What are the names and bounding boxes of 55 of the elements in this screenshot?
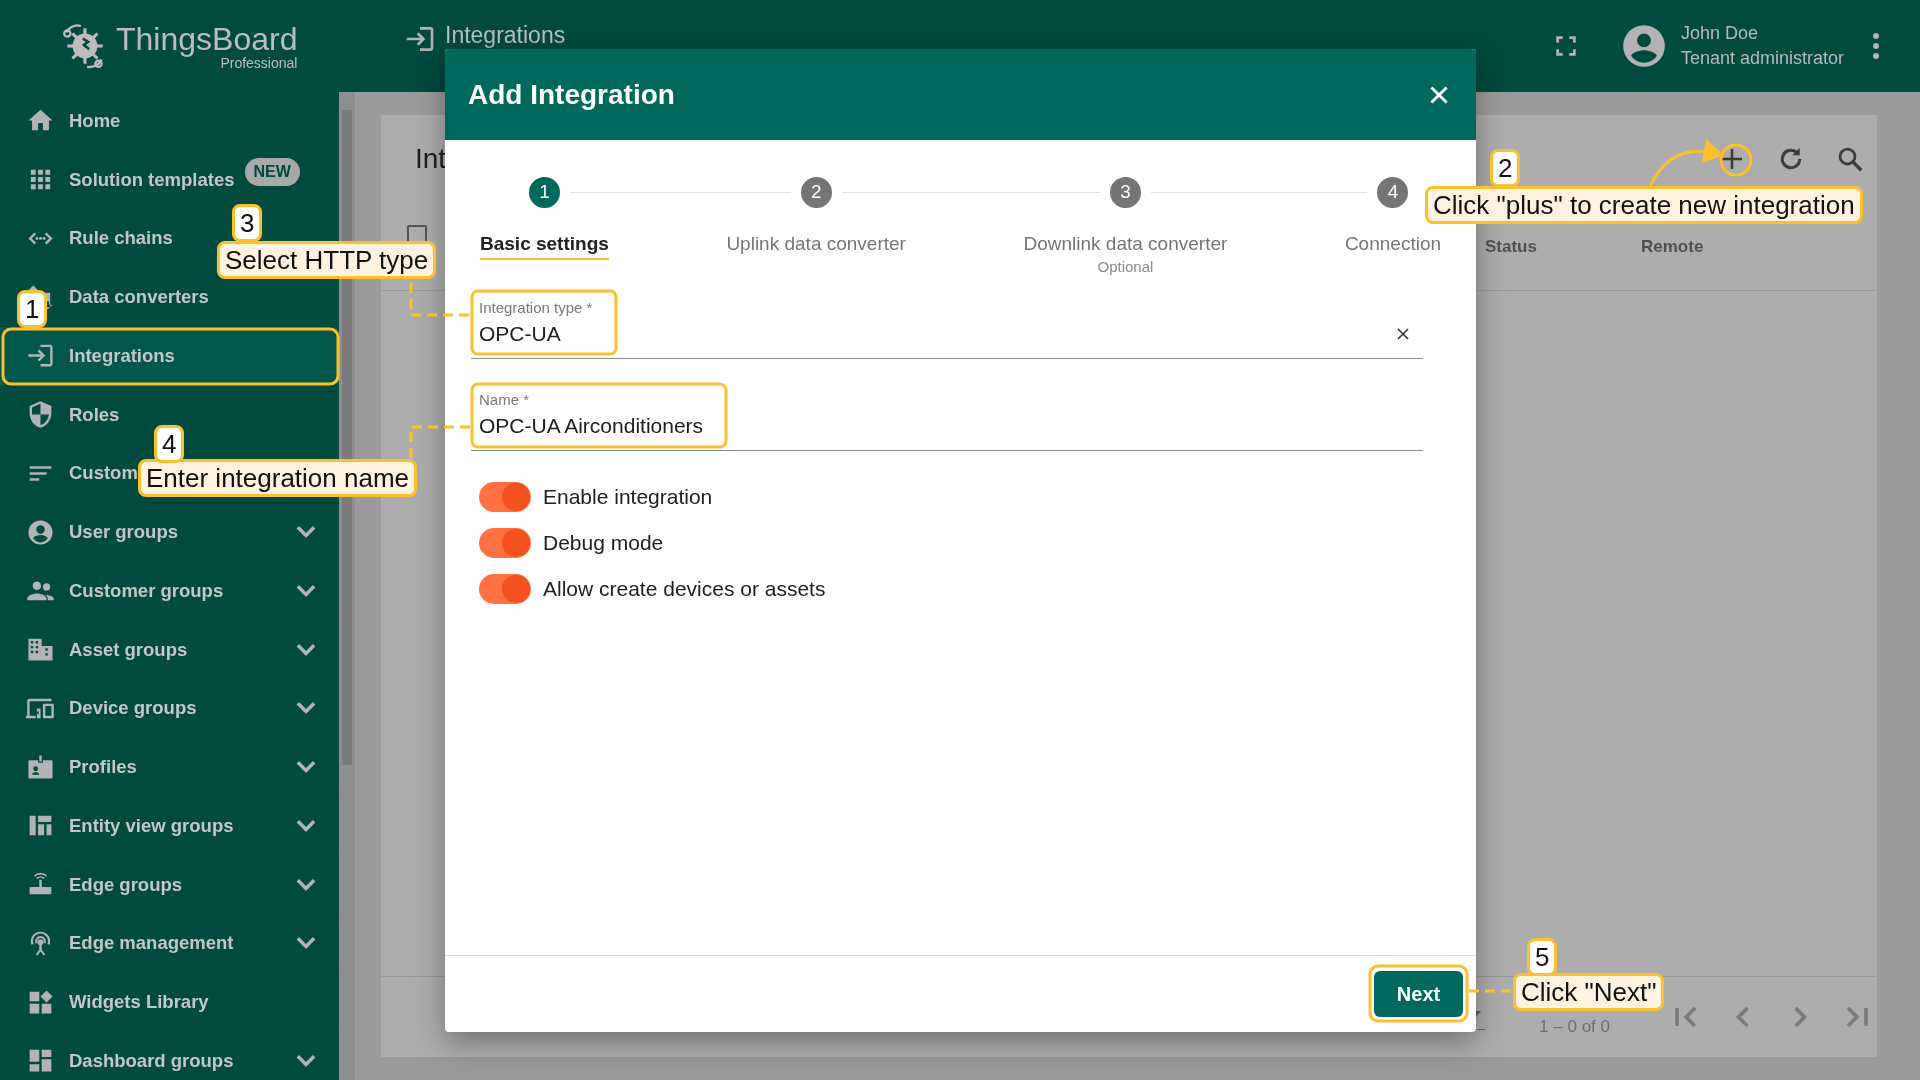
- leader-line: [409, 283, 470, 317]
- hint-tooltip: Select HTTP type: [217, 241, 437, 279]
- number-tooltip: 4: [154, 425, 185, 463]
- number-tooltip: 5: [1527, 938, 1558, 976]
- toggle-label: Enable integration: [543, 485, 713, 509]
- leader-line: [1469, 989, 1512, 993]
- sidebar-item[interactable]: Widgets Library: [0, 973, 339, 1032]
- sidebar-item[interactable]: Edge management: [0, 914, 339, 974]
- toggle-label: Allow create devices or assets: [543, 577, 826, 601]
- number-tooltip: 2: [1490, 149, 1521, 187]
- toggle-switch[interactable]: [479, 482, 531, 512]
- step-number[interactable]: 2: [800, 176, 832, 208]
- step-label[interactable]: Uplink data converter: [726, 233, 906, 258]
- toggle-switch[interactable]: [479, 574, 531, 604]
- step-label[interactable]: Downlink data converter: [1023, 233, 1228, 258]
- account-icon: [26, 517, 55, 547]
- number-tooltip: 3: [232, 204, 263, 242]
- sidebar-item[interactable]: User groups: [0, 503, 339, 562]
- sidebar-item[interactable]: Asset groups: [0, 620, 339, 680]
- step-label[interactable]: Basic settings: [480, 233, 609, 260]
- step-number[interactable]: 4: [1377, 176, 1409, 208]
- sidebar-item[interactable]: Home: [0, 92, 339, 151]
- page-range: 1 – 0 of 0: [1539, 1017, 1610, 1037]
- sidebar-item[interactable]: Customer groups: [0, 562, 339, 621]
- logo-subtitle: Professional: [220, 56, 298, 70]
- toggle-label: Debug mode: [543, 531, 664, 555]
- column-header[interactable]: Remote: [1641, 236, 1877, 257]
- sidebar-item[interactable]: Entity view groups: [0, 797, 339, 856]
- sidebar-item[interactable]: Device groups: [0, 679, 339, 739]
- user-name: John Doe: [1680, 23, 1759, 44]
- leader-line: [409, 425, 470, 458]
- toggle-switch[interactable]: [479, 528, 531, 558]
- sidebar-item[interactable]: Profiles: [0, 738, 339, 797]
- step-sublabel: Optional: [1097, 258, 1154, 275]
- hint-tooltip: Enter integration name: [138, 459, 418, 497]
- hint-tooltip: Click "Next": [1513, 973, 1665, 1011]
- page-title: Integrations: [445, 23, 566, 47]
- hint-tooltip: Click "plus" to create new integration: [1425, 186, 1863, 224]
- sidebar-item[interactable]: Edge groups: [0, 855, 339, 915]
- dialog-title: Add Integration: [468, 78, 675, 111]
- step-number[interactable]: 1: [528, 176, 560, 208]
- logo-title: ThingsBoard: [116, 22, 298, 56]
- new-badge: NEW: [244, 157, 300, 186]
- step-number[interactable]: 3: [1109, 176, 1141, 208]
- number-tooltip: 1: [17, 290, 48, 328]
- more-icon[interactable]: [1872, 32, 1880, 60]
- input-field[interactable]: Integration type * OPC-UA: [471, 293, 1423, 359]
- column-header[interactable]: Status: [1485, 236, 1641, 257]
- sidebar-item[interactable]: Integrations: [0, 327, 339, 386]
- card-title: Int: [415, 143, 447, 175]
- next-button[interactable]: Next: [1374, 971, 1463, 1017]
- user-role: Tenant administrator: [1680, 48, 1844, 69]
- step-label[interactable]: Connection: [1344, 233, 1441, 258]
- highlight-frame: [1719, 143, 1753, 177]
- input-field[interactable]: Name * OPC-UA Airconditioners: [471, 385, 1423, 451]
